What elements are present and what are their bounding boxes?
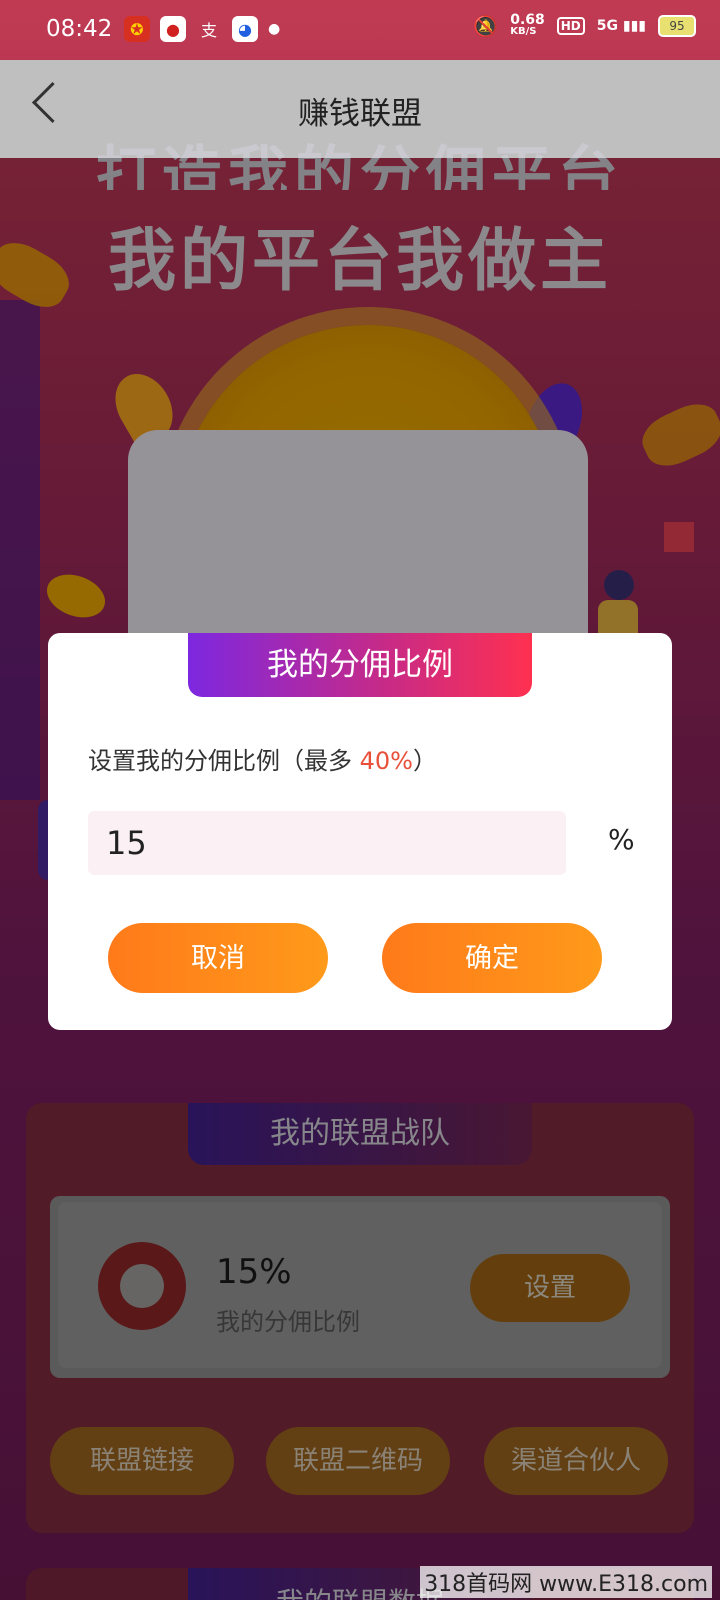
- commission-ratio-dialog: 我的分佣比例 设置我的分佣比例（最多 40%） % 取消 确定: [48, 633, 672, 1030]
- alipay-icon: 支: [200, 21, 217, 40]
- baidu-icon: ◕: [232, 16, 258, 42]
- news-app-icon: ●: [160, 16, 186, 42]
- party-emblem-icon: ✪: [124, 16, 150, 42]
- net-speed-unit: KB/S: [510, 26, 537, 37]
- status-right: 🔕 0.68 KB/S HD 5G ▮▮▮ 95: [473, 12, 696, 38]
- dialog-title: 我的分佣比例: [188, 633, 532, 697]
- watermark: 318首码网 www.E318.com: [420, 1566, 712, 1598]
- more-notifications-dot-icon: ●: [268, 21, 281, 37]
- dialog-prompt: 设置我的分佣比例（最多 40%）: [88, 741, 437, 776]
- mute-bell-icon: 🔕: [473, 14, 499, 38]
- max-ratio: 40%: [359, 747, 413, 775]
- cancel-button[interactable]: 取消: [108, 923, 328, 993]
- status-bar: 08:42 ✪ ● 支 ◕ ● 🔕 0.68 KB/S HD 5G ▮▮▮ 95: [0, 0, 720, 60]
- battery-icon: 95: [658, 15, 696, 37]
- signal-label: 5G: [596, 18, 618, 34]
- prompt-suffix: ）: [412, 747, 437, 775]
- prompt-text: 设置我的分佣比例（最多: [88, 747, 360, 775]
- status-time: 08:42: [46, 16, 113, 42]
- screen: 08:42 ✪ ● 支 ◕ ● 🔕 0.68 KB/S HD 5G ▮▮▮ 95…: [0, 0, 720, 1600]
- ratio-input[interactable]: [88, 811, 566, 875]
- net-speed: 0.68 KB/S: [510, 12, 545, 38]
- net-speed-value: 0.68: [510, 12, 545, 28]
- confirm-button[interactable]: 确定: [382, 923, 602, 993]
- hd-badge: HD: [556, 17, 585, 35]
- notification-icons: ✪ ● 支 ◕ ●: [124, 16, 280, 42]
- signal-icon: 5G ▮▮▮: [596, 18, 646, 34]
- percent-unit: %: [608, 823, 635, 856]
- page-title: 赚钱联盟: [298, 96, 422, 132]
- battery-level: 95: [669, 19, 685, 33]
